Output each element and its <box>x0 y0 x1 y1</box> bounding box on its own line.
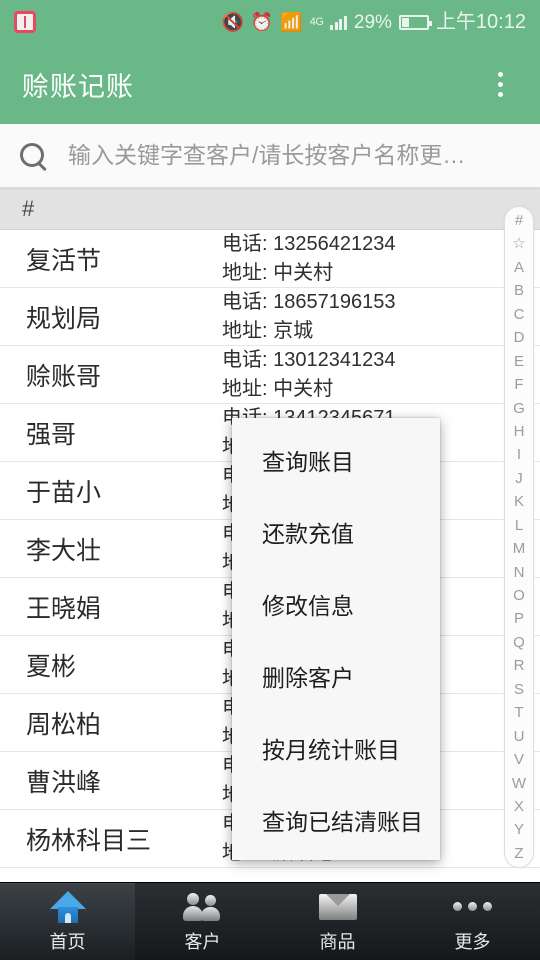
customer-name: 复活节 <box>26 246 102 275</box>
alpha-index-item[interactable]: X <box>505 799 533 814</box>
home-icon <box>49 890 86 924</box>
alpha-index-item[interactable]: L <box>505 518 533 533</box>
status-bar: 🔇 ⏰ 📶 4G 29% 上午10:12 <box>0 0 540 44</box>
customer-phone: 电话: 13256421234 <box>222 233 396 255</box>
alpha-index-item[interactable]: M <box>505 541 533 556</box>
alpha-index-item[interactable]: H <box>505 424 533 439</box>
customer-name: 曹洪峰 <box>26 768 102 797</box>
nav-label-home: 首页 <box>49 931 86 952</box>
customer-name: 规划局 <box>26 304 102 333</box>
table-row[interactable]: 赊账哥 电话: 13012341234 地址: 中关村 <box>0 346 540 404</box>
customer-name: 杨林科目三 <box>26 826 152 855</box>
alpha-index-item[interactable]: O <box>505 588 533 603</box>
nav-item-home[interactable]: 首页 <box>0 883 135 960</box>
alarm-icon: ⏰ <box>250 12 274 32</box>
alpha-index-item[interactable]: F <box>505 377 533 392</box>
nav-label-products: 商品 <box>319 931 356 952</box>
bottom-navigation: 首页 客户 商品 更多 <box>0 882 540 960</box>
customer-phone: 电话: 18657196153 <box>222 291 396 313</box>
alpha-index-item[interactable]: K <box>505 494 533 509</box>
alpha-index-item[interactable]: R <box>505 658 533 673</box>
book-icon <box>14 11 36 33</box>
customer-name: 夏彬 <box>26 652 77 681</box>
alpha-index-item[interactable]: Y <box>505 822 533 837</box>
overflow-dot <box>497 81 503 87</box>
nav-item-customers[interactable]: 客户 <box>135 883 270 960</box>
search-icon[interactable] <box>16 139 50 173</box>
search-input[interactable] <box>68 142 526 169</box>
alpha-index-item[interactable]: N <box>505 565 533 580</box>
alpha-index-item[interactable]: Z <box>505 846 533 861</box>
app-bar: 赊账记账 <box>0 44 540 124</box>
page-title: 赊账记账 <box>22 71 134 102</box>
alpha-index-item[interactable]: J <box>505 471 533 486</box>
overflow-dot <box>497 71 503 77</box>
wifi-icon: 📶 <box>280 12 303 32</box>
alpha-index-item[interactable]: I <box>505 447 533 462</box>
more-icon <box>453 890 492 924</box>
overflow-dot <box>497 91 503 97</box>
alpha-index-item[interactable]: B <box>505 283 533 298</box>
signal-icon <box>330 14 347 30</box>
customer-address: 地址: 京城 <box>222 320 314 342</box>
nav-item-products[interactable]: 商品 <box>270 883 405 960</box>
search-bar[interactable] <box>0 124 540 188</box>
nav-label-customers: 客户 <box>184 931 221 952</box>
alpha-index-item[interactable]: W <box>505 776 533 791</box>
alpha-index-item[interactable]: D <box>505 330 533 345</box>
alpha-index-item[interactable]: C <box>505 307 533 322</box>
customer-address: 地址: 中关村 <box>222 262 334 284</box>
menu-item-monthly-stats[interactable]: 按月统计账目 <box>232 712 440 784</box>
alpha-index-item[interactable]: P <box>505 611 533 626</box>
clock-label: 上午10:12 <box>435 11 526 33</box>
alpha-index-item[interactable]: V <box>505 752 533 767</box>
overflow-menu-icon[interactable] <box>480 58 520 110</box>
battery-icon <box>398 14 432 30</box>
battery-percent-label: 29% <box>353 11 392 33</box>
alpha-index-item[interactable]: S <box>505 682 533 697</box>
customer-name: 强哥 <box>26 420 77 449</box>
customer-name: 周松柏 <box>26 710 102 739</box>
customer-name: 李大壮 <box>26 536 102 565</box>
nav-label-more: 更多 <box>454 931 491 952</box>
mail-icon <box>318 890 357 924</box>
alpha-index-item[interactable]: U <box>505 729 533 744</box>
nav-item-more[interactable]: 更多 <box>405 883 540 960</box>
menu-item-query-settled[interactable]: 查询已结清账目 <box>232 784 440 856</box>
customer-info: 电话: 13256421234 地址: 中关村 <box>222 230 530 287</box>
alpha-index-item[interactable]: ☆ <box>505 236 533 251</box>
menu-item-delete-customer[interactable]: 删除客户 <box>232 640 440 712</box>
customer-name: 王晓娟 <box>26 594 102 623</box>
menu-item-edit-info[interactable]: 修改信息 <box>232 568 440 640</box>
list-section-header: # <box>0 188 540 230</box>
status-bar-left <box>14 11 36 33</box>
customer-name: 赊账哥 <box>26 362 102 391</box>
customer-address: 地址: 中关村 <box>222 378 334 400</box>
people-icon <box>182 890 223 924</box>
alpha-index-item[interactable]: Q <box>505 635 533 650</box>
customer-info: 电话: 18657196153 地址: 京城 <box>222 288 530 345</box>
mute-icon: 🔇 <box>221 12 244 32</box>
menu-item-repay-recharge[interactable]: 还款充值 <box>232 496 440 568</box>
alpha-index-bar[interactable]: # ☆ A B C D E F G H I J K L M N O P Q R … <box>504 206 534 868</box>
alpha-index-item[interactable]: T <box>505 705 533 720</box>
status-bar-right: 🔇 ⏰ 📶 4G 29% 上午10:12 <box>221 12 526 32</box>
network-type-label: 4G <box>309 15 324 28</box>
customer-info: 电话: 13012341234 地址: 中关村 <box>222 346 530 403</box>
alpha-index-item[interactable]: # <box>505 213 533 228</box>
context-menu[interactable]: 查询账目 还款充值 修改信息 删除客户 按月统计账目 查询已结清账目 <box>232 418 440 860</box>
alpha-index-item[interactable]: G <box>505 401 533 416</box>
menu-item-query-accounts[interactable]: 查询账目 <box>232 424 440 496</box>
alpha-index-item[interactable]: A <box>505 260 533 275</box>
customer-name: 于苗小 <box>26 478 102 507</box>
app-root: 🔇 ⏰ 📶 4G 29% 上午10:12 赊账记账 # 复活节 电话: 1325… <box>0 0 540 960</box>
customer-phone: 电话: 13012341234 <box>222 349 396 371</box>
table-row[interactable]: 复活节 电话: 13256421234 地址: 中关村 <box>0 230 540 288</box>
alpha-index-item[interactable]: E <box>505 354 533 369</box>
table-row[interactable]: 规划局 电话: 18657196153 地址: 京城 <box>0 288 540 346</box>
